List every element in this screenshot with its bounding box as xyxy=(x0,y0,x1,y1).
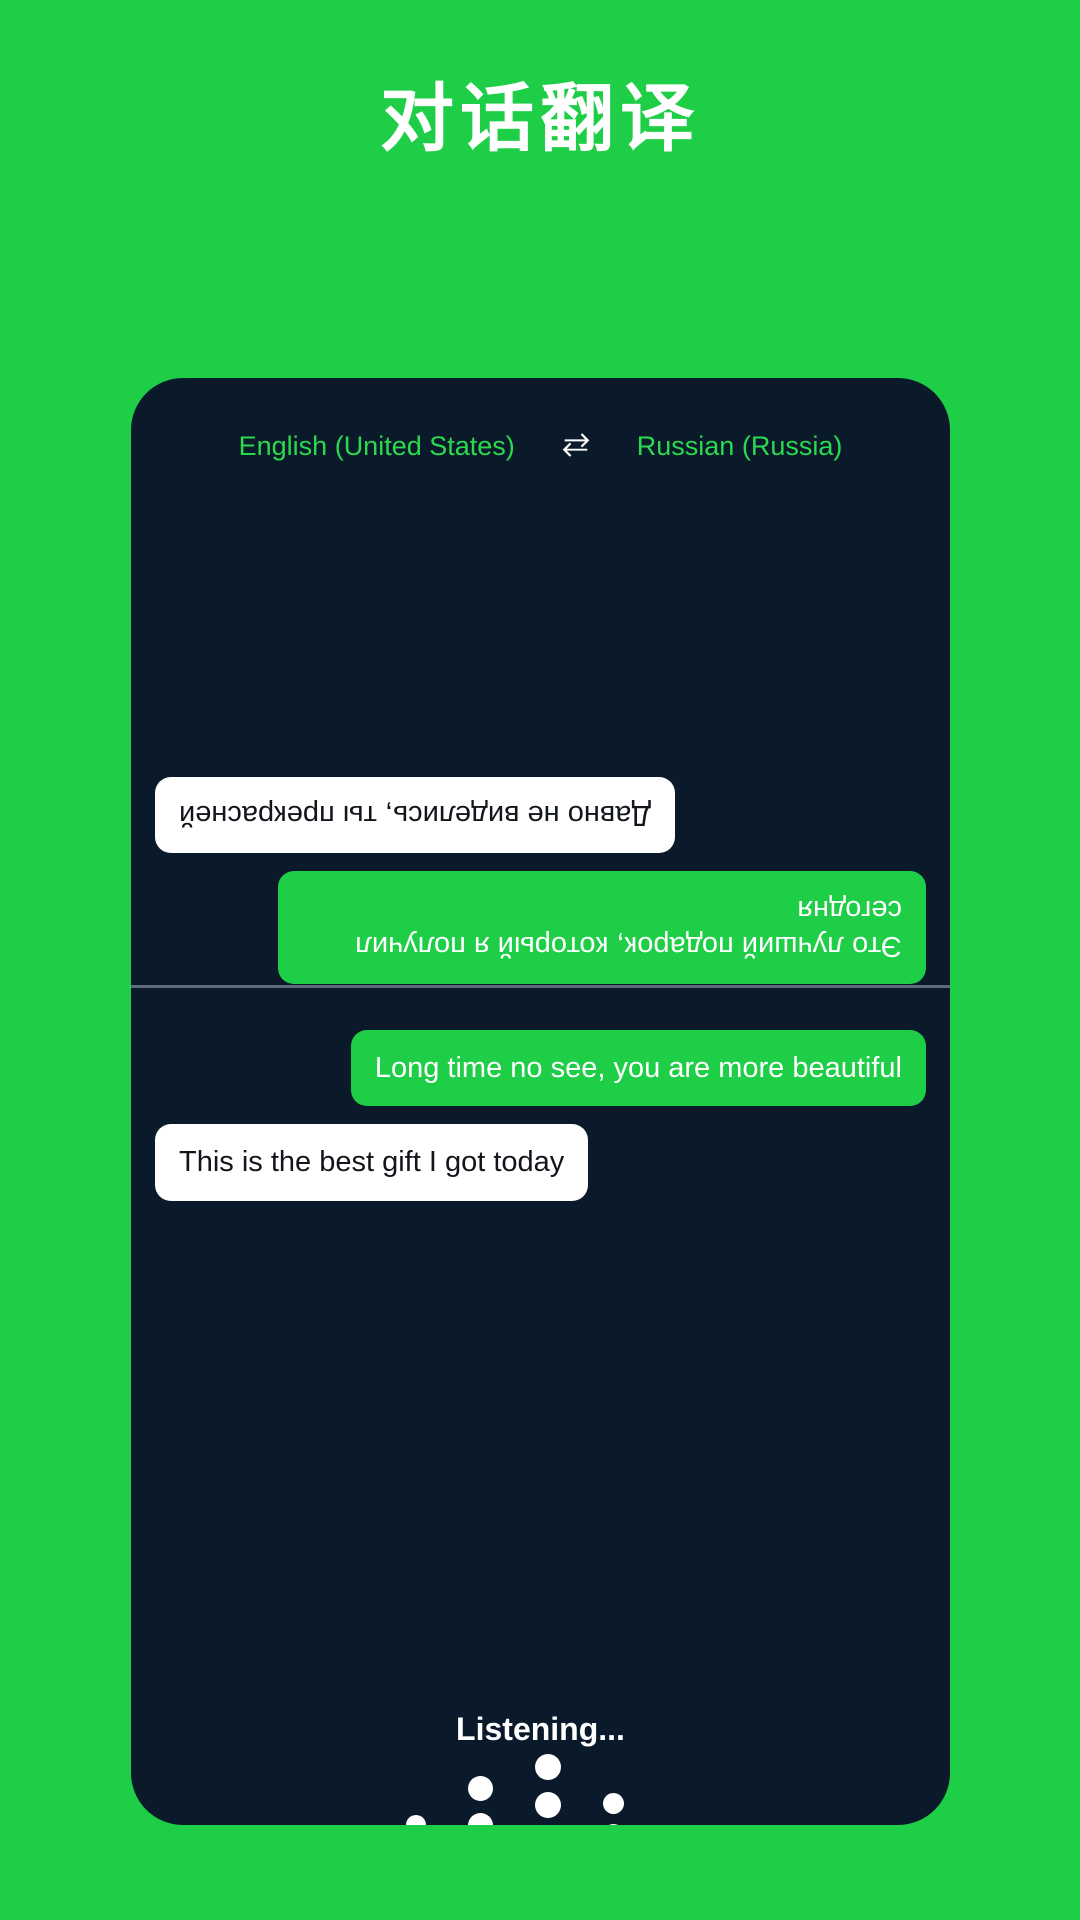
waveform-column xyxy=(534,1748,561,1826)
swap-horizontal-icon[interactable] xyxy=(559,429,593,463)
waveform-column xyxy=(467,1770,493,1825)
waveform-dot xyxy=(602,1792,624,1814)
message-bubble-translated-2[interactable]: Давно не виделись, ты прекрасней xyxy=(155,777,676,854)
message-bubble-source-1[interactable]: Long time no see, you are more beautiful xyxy=(350,1030,926,1107)
translator-app-card: English (United States) Russian (Russia)… xyxy=(131,378,950,1825)
page-title: 对话翻译 xyxy=(380,77,700,160)
message-row: Это лучший подарок, который я получил се… xyxy=(155,871,926,984)
message-row: Long time no see, you are more beautiful xyxy=(155,1030,926,1107)
target-language-selector[interactable]: Russian (Russia) xyxy=(637,431,843,462)
waveform-dot xyxy=(534,1753,561,1780)
waveform-column xyxy=(405,1811,426,1825)
audio-waveform-visualizer xyxy=(131,1753,950,1825)
conversation-pane-bottom: Long time no see, you are more beautiful… xyxy=(131,1008,950,1398)
waveform-dot xyxy=(602,1823,624,1825)
waveform-dot xyxy=(467,1812,493,1825)
message-row: Давно не виделись, ты прекрасней xyxy=(155,777,926,854)
conversation-pane-top: Это лучший подарок, который я получил се… xyxy=(131,474,950,984)
source-language-selector[interactable]: English (United States) xyxy=(239,431,515,462)
message-bubble-source-2[interactable]: This is the best gift I got today xyxy=(155,1124,589,1201)
waveform-dot xyxy=(467,1775,493,1801)
message-row: This is the best gift I got today xyxy=(155,1124,926,1201)
waveform-dot xyxy=(405,1814,426,1825)
message-bubble-translated-1[interactable]: Это лучший подарок, который я получил се… xyxy=(278,871,926,984)
waveform-dot xyxy=(534,1791,561,1818)
language-bar: English (United States) Russian (Russia) xyxy=(131,418,950,474)
pane-divider xyxy=(131,985,950,988)
listening-status-label: Listening... xyxy=(456,1711,625,1747)
waveform-column xyxy=(602,1788,624,1825)
